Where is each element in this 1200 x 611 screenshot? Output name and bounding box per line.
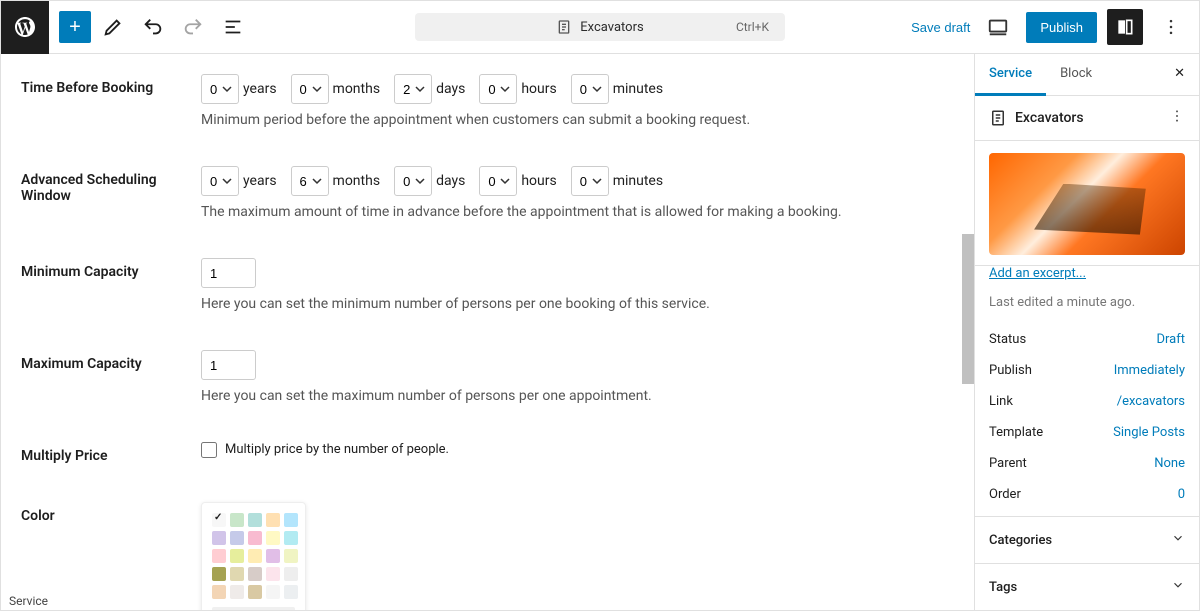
more-colors-button[interactable]: More (212, 607, 295, 610)
color-swatch[interactable] (230, 513, 244, 527)
status-row[interactable]: StatusDraft (975, 324, 1199, 355)
field-label: Multiply Price (21, 442, 201, 464)
keyboard-shortcut: Ctrl+K (736, 20, 769, 34)
color-swatch[interactable] (266, 531, 280, 545)
chevron-down-icon (1171, 578, 1185, 596)
min-capacity-input[interactable] (201, 258, 256, 288)
years-select[interactable]: 0 (201, 74, 239, 104)
publish-button[interactable]: Publish (1026, 12, 1097, 43)
field-label: Maximum Capacity (21, 350, 201, 404)
featured-image[interactable] (989, 153, 1185, 255)
document-icon (556, 19, 572, 35)
editor-canvas: Time Before Booking 0years 0months 2days… (1, 54, 974, 610)
months-select[interactable]: 0 (291, 74, 329, 104)
scrollbar-thumb[interactable] (962, 234, 974, 384)
options-button[interactable] (1153, 9, 1189, 45)
days-select[interactable]: 0 (394, 166, 432, 196)
hours-select[interactable]: 0 (479, 166, 517, 196)
color-swatch[interactable] (266, 567, 280, 581)
hours-select[interactable]: 0 (479, 74, 517, 104)
minutes-select[interactable]: 0 (571, 166, 609, 196)
max-capacity-field: Maximum Capacity Here you can set the ma… (21, 350, 974, 404)
post-actions-button[interactable] (1169, 108, 1185, 128)
color-swatch[interactable] (266, 549, 280, 563)
field-label: Minimum Capacity (21, 258, 201, 312)
edit-icon[interactable] (95, 9, 131, 45)
max-capacity-input[interactable] (201, 350, 256, 380)
advanced-scheduling-field: Advanced Scheduling Window 0years 6month… (21, 166, 974, 220)
document-title-bar[interactable]: Excavators Ctrl+K (415, 13, 785, 41)
field-label: Time Before Booking (21, 74, 201, 128)
color-swatch[interactable] (284, 549, 298, 563)
color-swatch[interactable] (284, 585, 298, 599)
save-draft-button[interactable]: Save draft (911, 20, 970, 35)
multiply-checkbox[interactable] (201, 442, 217, 458)
template-row[interactable]: TemplateSingle Posts (975, 417, 1199, 448)
chevron-down-icon (1171, 531, 1185, 549)
document-overview-button[interactable] (215, 9, 251, 45)
settings-sidebar: Service Block ✕ Excavators Add an excerp… (974, 54, 1199, 610)
days-select[interactable]: 2 (394, 74, 432, 104)
add-excerpt-link[interactable]: Add an excerpt... (989, 266, 1086, 281)
field-hint: Minimum period before the appointment wh… (201, 112, 974, 128)
color-swatch[interactable] (230, 585, 244, 599)
tab-block[interactable]: Block (1046, 54, 1106, 95)
color-swatch[interactable] (212, 549, 226, 563)
last-edited-text: Last edited a minute ago. (989, 295, 1135, 310)
color-picker: More (201, 502, 306, 610)
color-swatch[interactable] (266, 513, 280, 527)
color-swatch[interactable] (212, 585, 226, 599)
post-title: Excavators (1015, 110, 1084, 126)
block-breadcrumb[interactable]: Service (1, 592, 56, 610)
tab-service[interactable]: Service (975, 54, 1046, 96)
link-row[interactable]: Link/excavators (975, 386, 1199, 417)
color-swatch[interactable] (230, 549, 244, 563)
categories-panel[interactable]: Categories (975, 516, 1199, 563)
multiply-price-field: Multiply Price Multiply price by the num… (21, 442, 974, 464)
wordpress-logo[interactable] (1, 1, 49, 54)
document-icon (989, 109, 1007, 127)
field-hint: Here you can set the minimum number of p… (201, 296, 974, 312)
years-select[interactable]: 0 (201, 166, 239, 196)
redo-button[interactable] (175, 9, 211, 45)
color-swatch[interactable] (248, 585, 262, 599)
top-toolbar: + Excavators Ctrl+K Save draft Publish (1, 1, 1199, 54)
undo-button[interactable] (135, 9, 171, 45)
color-swatch[interactable] (230, 531, 244, 545)
settings-toggle-button[interactable] (1107, 9, 1143, 45)
add-block-button[interactable]: + (59, 11, 91, 43)
color-field: Color More (21, 502, 974, 610)
field-hint: The maximum amount of time in advance be… (201, 204, 974, 220)
color-swatch[interactable] (230, 567, 244, 581)
color-swatch[interactable] (248, 531, 262, 545)
color-swatch[interactable] (284, 513, 298, 527)
close-sidebar-button[interactable]: ✕ (1160, 54, 1199, 95)
color-swatch[interactable] (212, 567, 226, 581)
minutes-select[interactable]: 0 (571, 74, 609, 104)
color-swatch[interactable] (212, 513, 226, 527)
time-before-booking-field: Time Before Booking 0years 0months 2days… (21, 74, 974, 128)
publish-row[interactable]: PublishImmediately (975, 355, 1199, 386)
preview-button[interactable] (980, 9, 1016, 45)
tags-panel[interactable]: Tags (975, 563, 1199, 610)
months-select[interactable]: 6 (291, 166, 329, 196)
color-swatch[interactable] (284, 531, 298, 545)
color-swatch[interactable] (248, 549, 262, 563)
color-swatch[interactable] (284, 567, 298, 581)
multiply-checkbox-label[interactable]: Multiply price by the number of people. (201, 442, 449, 457)
color-swatch[interactable] (266, 585, 280, 599)
color-swatch[interactable] (248, 567, 262, 581)
order-row[interactable]: Order0 (975, 479, 1199, 516)
parent-row[interactable]: ParentNone (975, 448, 1199, 479)
color-swatch[interactable] (248, 513, 262, 527)
min-capacity-field: Minimum Capacity Here you can set the mi… (21, 258, 974, 312)
color-swatch[interactable] (212, 531, 226, 545)
field-label: Advanced Scheduling Window (21, 166, 201, 220)
document-title: Excavators (580, 20, 643, 35)
field-hint: Here you can set the maximum number of p… (201, 388, 974, 404)
